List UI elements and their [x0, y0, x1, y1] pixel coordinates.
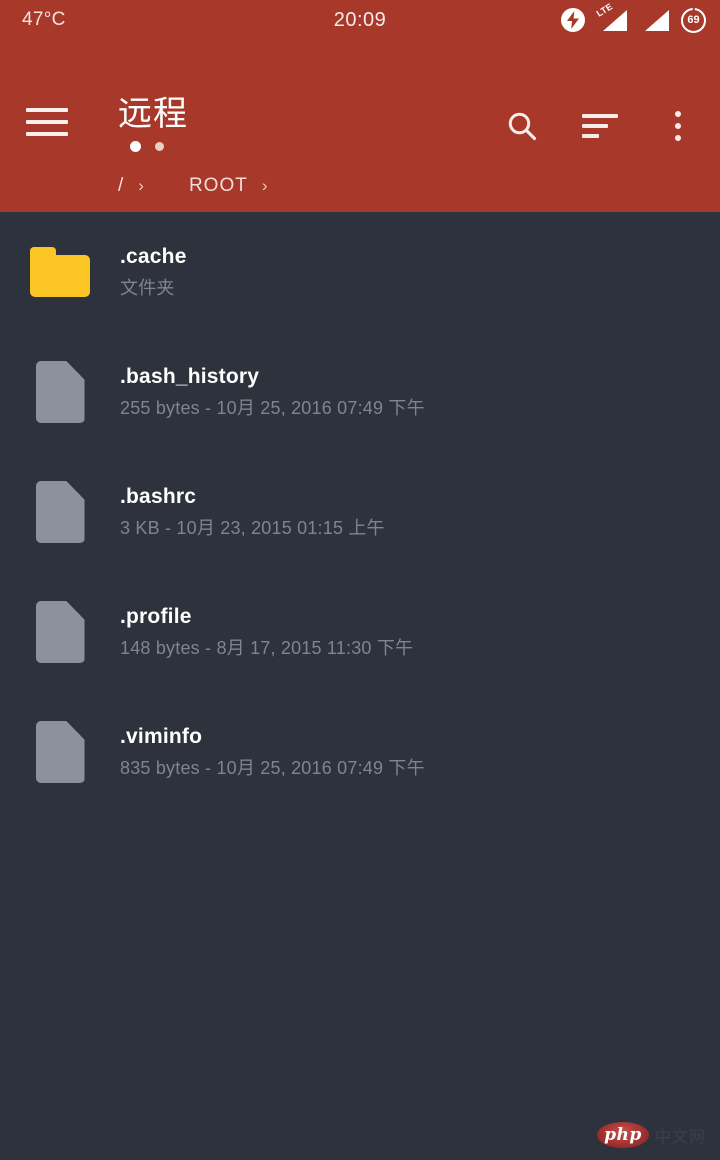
- file-subtitle: 3 KB - 10月 23, 2015 01:15 上午: [120, 518, 385, 538]
- page-dot-active[interactable]: [130, 141, 141, 152]
- sort-button[interactable]: [576, 102, 624, 150]
- signal-icon: [639, 7, 669, 33]
- list-item-meta: .bash_history 255 bytes - 10月 25, 2016 0…: [120, 365, 425, 419]
- search-icon: [508, 112, 537, 141]
- signal-triangle: [645, 10, 669, 31]
- list-item-meta: .bashrc 3 KB - 10月 23, 2015 01:15 上午: [120, 485, 385, 539]
- list-item-icon: [0, 481, 120, 543]
- file-list[interactable]: .cache 文件夹 .bash_history 255 bytes - 10月…: [0, 212, 720, 1160]
- file-subtitle: 文件夹: [120, 278, 175, 298]
- breadcrumb: / › ROOT ›: [118, 166, 283, 206]
- list-item-icon: [0, 361, 120, 423]
- sort-line: [582, 114, 618, 118]
- file-name: .bash_history: [120, 365, 260, 388]
- title-block: 远程: [118, 95, 188, 152]
- sort-icon: [582, 114, 618, 138]
- battery-level-label: 69: [687, 14, 700, 26]
- sort-line: [582, 134, 599, 138]
- overflow-menu-button[interactable]: [654, 102, 702, 150]
- search-button[interactable]: [498, 102, 546, 150]
- hamburger-bar: [26, 132, 68, 136]
- app-bar: 远程 / › ROOT ›: [0, 40, 720, 212]
- status-temperature: 47°C: [22, 9, 66, 30]
- signal-triangle: [603, 10, 627, 31]
- battery-circle-icon: 69: [681, 7, 706, 33]
- kebab-dot: [675, 111, 681, 117]
- app-bar-actions: [498, 102, 702, 150]
- list-item[interactable]: .cache 文件夹: [0, 212, 720, 332]
- lte-signal-icon: LTE: [595, 1, 627, 33]
- list-item-meta: .cache 文件夹: [120, 245, 187, 299]
- list-item[interactable]: .viminfo 835 bytes - 10月 25, 2016 07:49 …: [0, 692, 720, 812]
- list-item[interactable]: .bash_history 255 bytes - 10月 25, 2016 0…: [0, 332, 720, 452]
- list-item-meta: .profile 148 bytes - 8月 17, 2015 11:30 下…: [120, 605, 413, 659]
- list-item[interactable]: .profile 148 bytes - 8月 17, 2015 11:30 下…: [0, 572, 720, 692]
- list-item-icon: [0, 247, 120, 297]
- file-name: .cache: [120, 245, 187, 268]
- file-subtitle: 148 bytes - 8月 17, 2015 11:30 下午: [120, 638, 414, 658]
- hamburger-bar: [26, 108, 68, 112]
- list-item-icon: [0, 601, 120, 663]
- kebab-dot: [675, 135, 681, 141]
- file-icon: [35, 601, 85, 663]
- page-title: 远程: [118, 94, 188, 134]
- page-indicator-dots: [118, 141, 188, 152]
- file-subtitle: 835 bytes - 10月 25, 2016 07:49 下午: [120, 758, 425, 778]
- file-fold: [66, 361, 85, 379]
- file-name: .profile: [120, 605, 192, 628]
- file-name: .viminfo: [120, 725, 203, 748]
- status-icon-group: LTE 69: [561, 1, 706, 33]
- file-fold: [66, 481, 85, 499]
- file-icon: [35, 481, 85, 543]
- breadcrumb-item-root[interactable]: ROOT: [189, 175, 248, 197]
- file-fold: [66, 721, 85, 739]
- list-item-meta: .viminfo 835 bytes - 10月 25, 2016 07:49 …: [120, 725, 425, 779]
- file-icon: [35, 721, 85, 783]
- chevron-right-icon: ›: [261, 176, 269, 195]
- file-subtitle: 255 bytes - 10月 25, 2016 07:49 下午: [120, 398, 425, 418]
- list-item-icon: [0, 721, 120, 783]
- page-dot-inactive[interactable]: [155, 142, 164, 151]
- breadcrumb-item-root-slash[interactable]: /: [118, 175, 124, 197]
- folder-icon: [30, 247, 90, 297]
- more-vertical-icon: [675, 111, 681, 141]
- folder-body: [30, 255, 90, 297]
- status-bar: 47°C 20:09 LTE 69: [0, 0, 720, 40]
- file-name: .bashrc: [120, 485, 197, 508]
- chevron-right-icon: ›: [138, 176, 145, 195]
- file-fold: [66, 601, 85, 619]
- kebab-dot: [675, 123, 681, 129]
- hamburger-menu-icon[interactable]: [26, 108, 68, 136]
- hamburger-bar: [26, 120, 68, 124]
- file-icon: [35, 361, 85, 423]
- flash-circle-icon: [561, 8, 585, 32]
- sort-line: [582, 124, 608, 128]
- list-item[interactable]: .bashrc 3 KB - 10月 23, 2015 01:15 上午: [0, 452, 720, 572]
